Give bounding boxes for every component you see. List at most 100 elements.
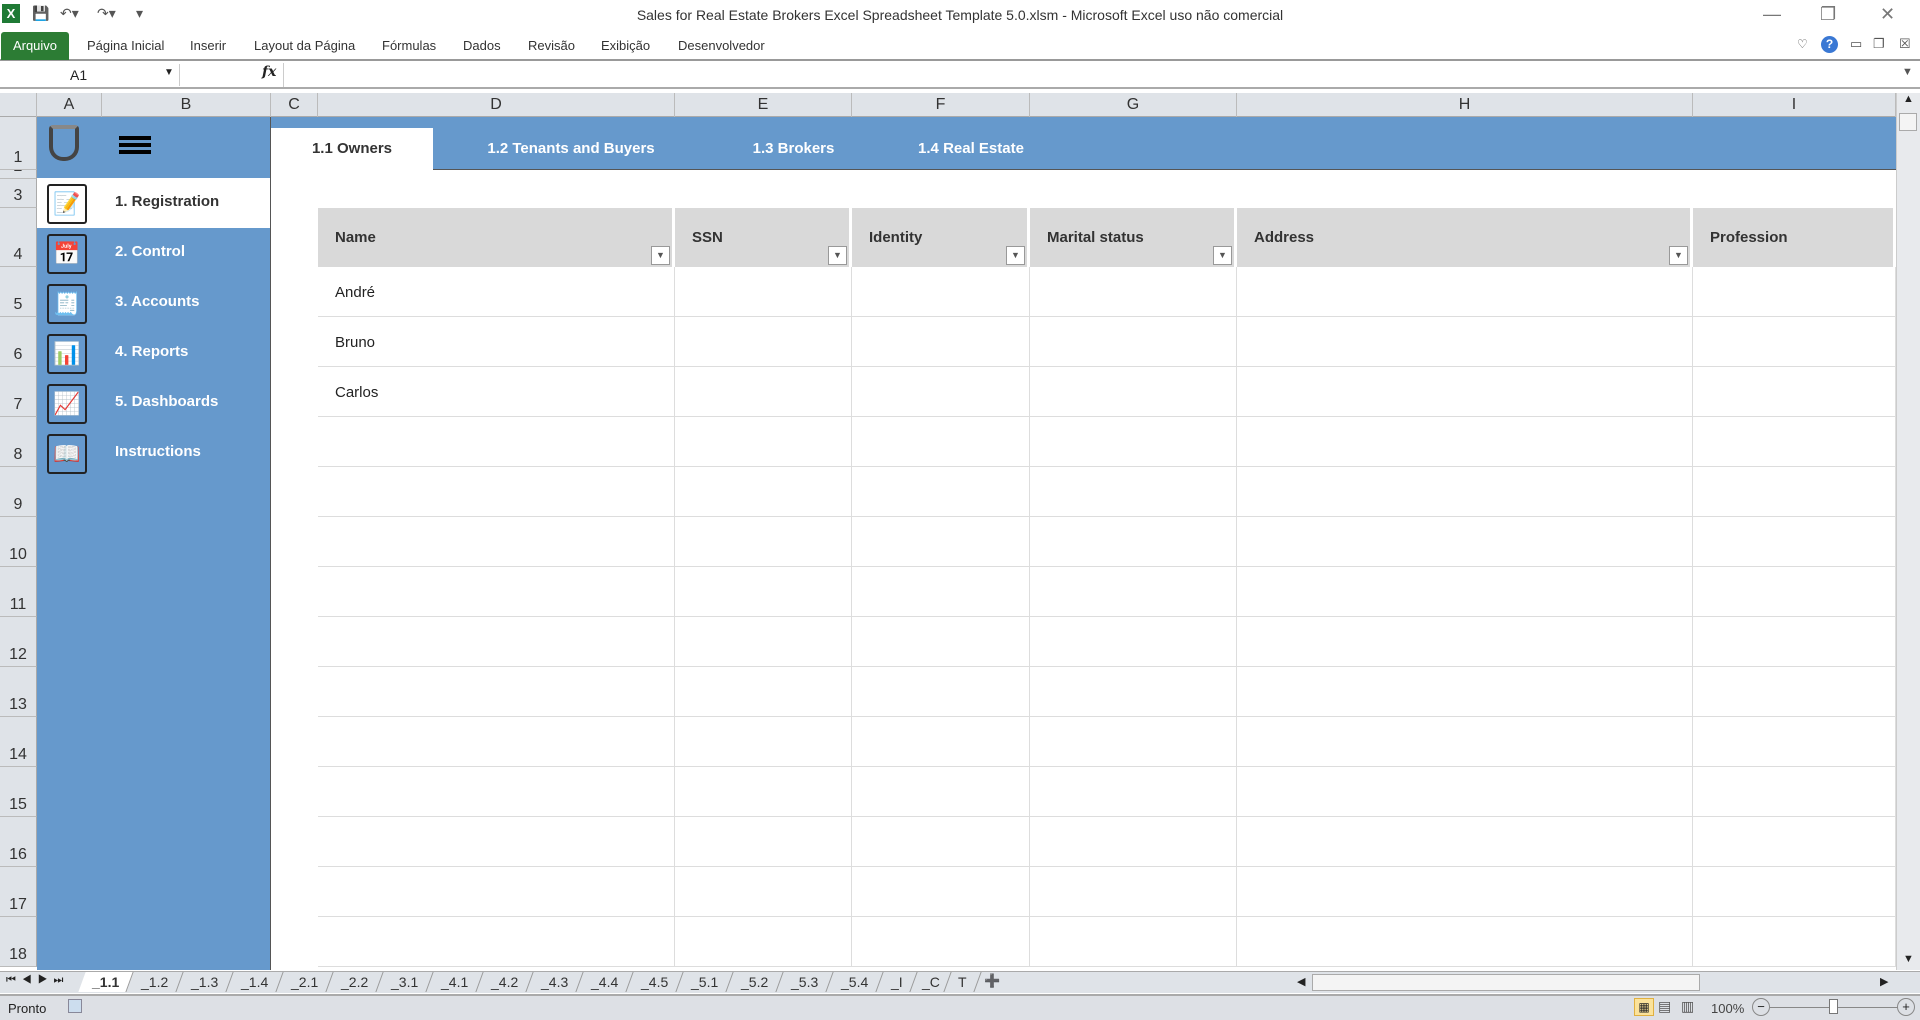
help-icon[interactable]: ?	[1821, 36, 1838, 53]
table-cell[interactable]	[1030, 917, 1237, 967]
workbook-close-icon[interactable]: ☒	[1899, 36, 1911, 52]
column-header-d[interactable]: D	[318, 93, 675, 117]
column-header-i[interactable]: I	[1693, 93, 1896, 117]
horizontal-scrollbar-thumb[interactable]	[1312, 974, 1700, 991]
table-cell[interactable]	[318, 767, 675, 817]
table-cell[interactable]	[1237, 567, 1693, 617]
table-cell[interactable]	[1237, 717, 1693, 767]
sheet-tab-54[interactable]: _5.4	[826, 972, 884, 992]
scroll-thumb[interactable]	[1899, 113, 1917, 131]
sheet-tab-T[interactable]: T	[944, 972, 982, 992]
table-cell[interactable]	[852, 317, 1030, 367]
tab-arquivo[interactable]: Arquivo	[1, 32, 69, 60]
tab-brokers[interactable]: 1.3 Brokers	[726, 128, 861, 170]
sheet-nav-icons[interactable]: ⏮◀▶⏭	[6, 974, 69, 987]
sheet-tab-14[interactable]: _1.4	[226, 972, 284, 992]
table-cell[interactable]	[675, 417, 852, 467]
sheet-tab-44[interactable]: _4.4	[576, 972, 634, 992]
table-cell[interactable]	[1030, 667, 1237, 717]
table-cell[interactable]	[318, 917, 675, 967]
table-cell[interactable]	[675, 917, 852, 967]
table-cell[interactable]	[1693, 917, 1896, 967]
normal-view-icon[interactable]: ▦	[1634, 998, 1654, 1016]
tab-owners[interactable]: 1.1 Owners	[271, 128, 433, 170]
sheet-tab-13[interactable]: _1.3	[176, 972, 234, 992]
table-cell[interactable]	[1030, 617, 1237, 667]
table-cell[interactable]	[675, 617, 852, 667]
table-cell[interactable]	[852, 817, 1030, 867]
sheet-tab-12[interactable]: _1.2	[126, 972, 184, 992]
column-header-a[interactable]: A	[37, 93, 102, 117]
table-cell[interactable]	[318, 567, 675, 617]
tab-pagina-inicial[interactable]: Página Inicial	[87, 38, 164, 53]
table-cell[interactable]	[1237, 317, 1693, 367]
row-header-7[interactable]: 7	[0, 367, 37, 417]
formula-input[interactable]	[283, 63, 1895, 87]
table-cell[interactable]	[852, 517, 1030, 567]
table-cell[interactable]	[1237, 667, 1693, 717]
tab-tenants-and-buyers[interactable]: 1.2 Tenants and Buyers	[446, 128, 696, 170]
table-cell[interactable]	[1030, 467, 1237, 517]
row-header-1[interactable]: 1	[0, 117, 37, 170]
table-cell[interactable]	[1030, 317, 1237, 367]
row-header-4[interactable]: 4	[0, 208, 37, 267]
table-cell[interactable]	[1693, 667, 1896, 717]
tab-formulas[interactable]: Fórmulas	[382, 38, 436, 53]
table-cell[interactable]	[1237, 617, 1693, 667]
table-cell[interactable]: Carlos	[318, 367, 675, 417]
table-cell[interactable]	[1237, 917, 1693, 967]
sheet-tab-53[interactable]: _5.3	[776, 972, 834, 992]
table-cell[interactable]	[852, 767, 1030, 817]
filter-dropdown-icon[interactable]: ▼	[651, 246, 670, 265]
row-header-18[interactable]: 18	[0, 917, 37, 967]
row-header-11[interactable]: 11	[0, 567, 37, 617]
zoom-level[interactable]: 100%	[1711, 1001, 1744, 1016]
close-window-button[interactable]: ✕	[1880, 4, 1895, 25]
sheet-tab-51[interactable]: _5.1	[676, 972, 734, 992]
column-header-c[interactable]: C	[271, 93, 318, 117]
table-cell[interactable]	[1030, 517, 1237, 567]
table-cell[interactable]	[1237, 467, 1693, 517]
insert-function-icon[interactable]: fx	[262, 64, 276, 80]
row-header-15[interactable]: 15	[0, 767, 37, 817]
column-header-f[interactable]: F	[852, 93, 1030, 117]
table-cell[interactable]	[318, 617, 675, 667]
table-cell[interactable]	[1030, 717, 1237, 767]
row-header-12[interactable]: 12	[0, 617, 37, 667]
table-cell[interactable]	[1693, 867, 1896, 917]
table-cell[interactable]	[1693, 467, 1896, 517]
filter-dropdown-icon[interactable]: ▼	[1213, 246, 1232, 265]
restore-window-button[interactable]: ❐	[1820, 4, 1836, 25]
table-cell[interactable]	[1237, 367, 1693, 417]
table-cell[interactable]	[1237, 817, 1693, 867]
filter-dropdown-icon[interactable]: ▼	[828, 246, 847, 265]
filter-dropdown-icon[interactable]: ▼	[1006, 246, 1025, 265]
table-cell[interactable]	[675, 817, 852, 867]
expand-formula-bar-icon[interactable]: ▼	[1902, 66, 1913, 78]
table-cell[interactable]	[318, 717, 675, 767]
tab-layout-da-pagina[interactable]: Layout da Página	[254, 38, 355, 53]
sidebar-item-registration[interactable]: 📝 1. Registration	[37, 178, 270, 228]
select-all-corner[interactable]	[0, 93, 37, 117]
page-layout-view-icon[interactable]: ▤	[1658, 998, 1671, 1015]
tab-desenvolvedor[interactable]: Desenvolvedor	[678, 38, 765, 53]
table-cell[interactable]	[1030, 867, 1237, 917]
table-cell[interactable]	[318, 517, 675, 567]
table-cell[interactable]	[1693, 717, 1896, 767]
table-cell[interactable]	[1030, 817, 1237, 867]
tab-inserir[interactable]: Inserir	[190, 38, 226, 53]
row-header-14[interactable]: 14	[0, 717, 37, 767]
table-cell[interactable]	[318, 817, 675, 867]
table-cell[interactable]	[1030, 417, 1237, 467]
table-cell[interactable]: Bruno	[318, 317, 675, 367]
sheet-tab-42[interactable]: _4.2	[476, 972, 534, 992]
table-cell[interactable]	[1693, 567, 1896, 617]
sheet-tab-22[interactable]: _2.2	[326, 972, 384, 992]
scroll-up-icon[interactable]: ▲	[1903, 93, 1914, 105]
row-header-2[interactable]: 2	[0, 170, 37, 179]
table-cell[interactable]	[675, 567, 852, 617]
table-cell[interactable]	[852, 667, 1030, 717]
table-cell[interactable]	[318, 867, 675, 917]
page-break-view-icon[interactable]: ▥	[1681, 998, 1694, 1015]
tab-real-estate[interactable]: 1.4 Real Estate	[891, 128, 1051, 170]
